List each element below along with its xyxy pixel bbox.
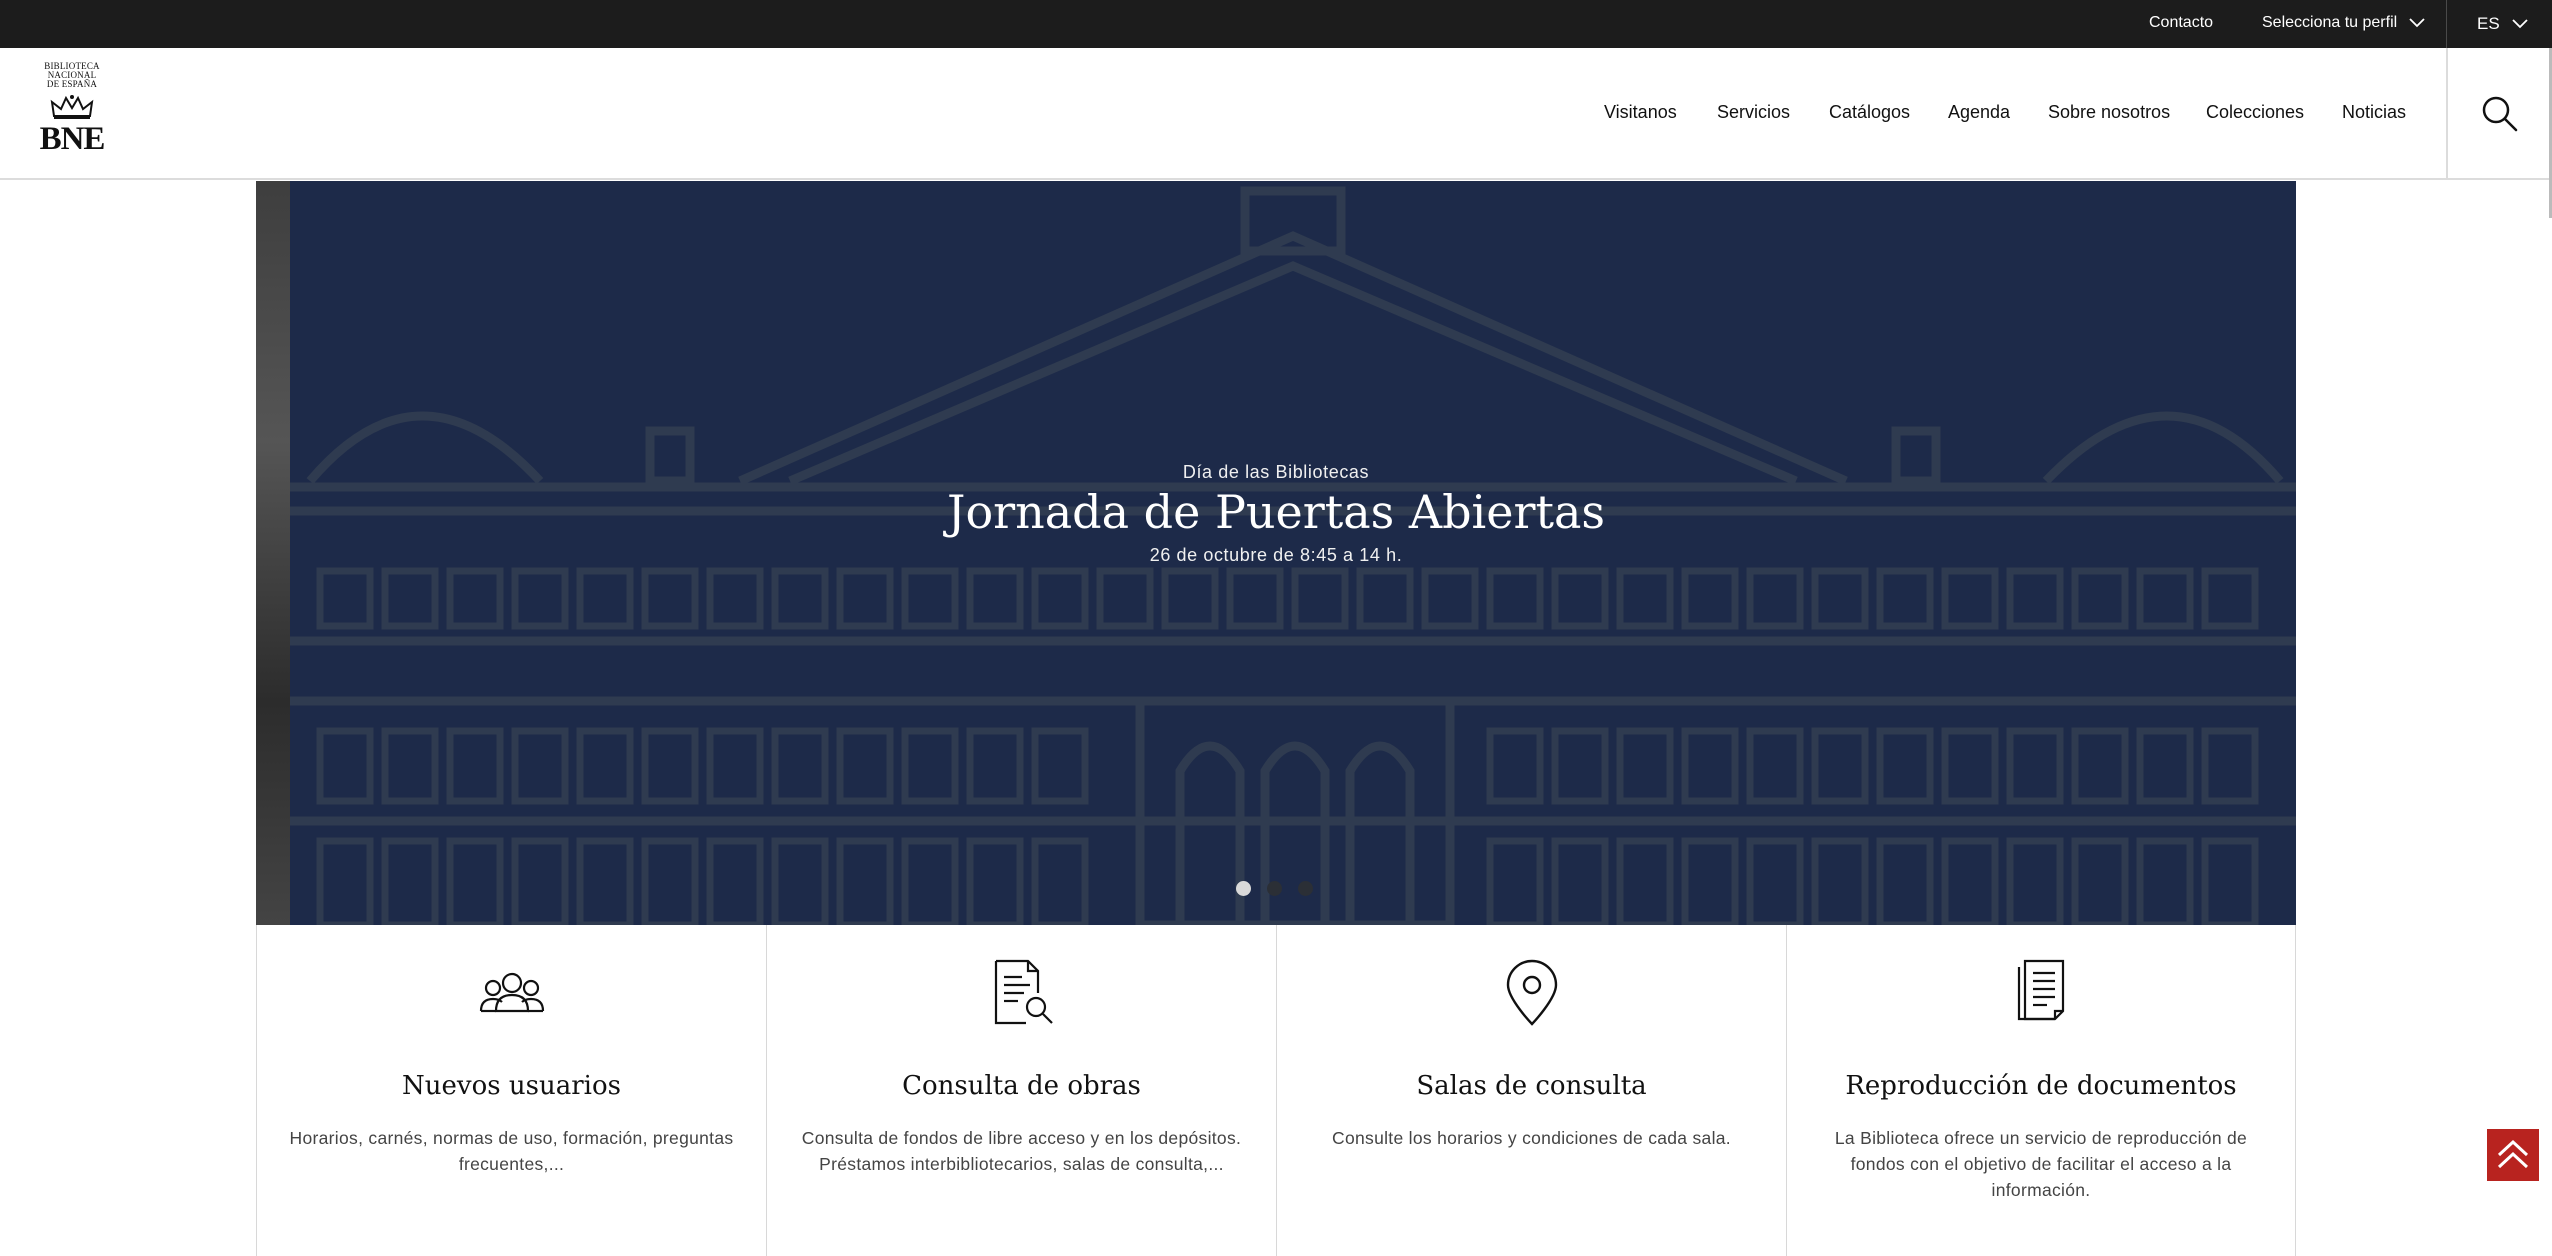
nav-item-noticias[interactable]: Noticias — [2342, 102, 2406, 123]
contact-link[interactable]: Contacto — [2149, 14, 2213, 32]
users-icon — [479, 972, 544, 1013]
nav-item-agenda[interactable]: Agenda — [1948, 102, 2010, 123]
document-search-icon — [994, 959, 1053, 1025]
language-label: ES — [2477, 14, 2500, 33]
hero-title[interactable]: Jornada de Puertas Abiertas — [256, 485, 2296, 539]
nav-item-sobre-nosotros[interactable]: Sobre nosotros — [2048, 102, 2170, 123]
search-icon[interactable] — [2480, 94, 2520, 134]
chevron-down-icon — [2409, 18, 2425, 28]
nav-item-servicios[interactable]: Servicios — [1717, 102, 1790, 123]
carousel-dot-2[interactable] — [1267, 881, 1282, 896]
carousel-dot-3[interactable] — [1298, 881, 1313, 896]
card-salas-de-consulta[interactable]: Salas de consulta Consulte los horarios … — [1276, 925, 1786, 1256]
card-text: Horarios, carnés, normas de uso, formaci… — [289, 1128, 734, 1174]
card-text: La Biblioteca ofrece un servicio de repr… — [1834, 1128, 2248, 1200]
main-header: BIBLIOTECA NACIONAL DE ESPAÑA BNE Visita… — [0, 48, 2552, 180]
carousel-indicators — [1236, 881, 1316, 897]
card-consulta-de-obras[interactable]: Consulta de obras Consulta de fondos de … — [766, 925, 1276, 1256]
nav-item-visitanos[interactable]: Visitanos — [1604, 102, 1677, 123]
language-selector[interactable]: ES — [2477, 14, 2528, 34]
card-nuevos-usuarios[interactable]: Nuevos usuarios Horarios, carnés, normas… — [256, 925, 766, 1256]
topbar-divider — [2446, 0, 2447, 48]
header-divider — [2446, 48, 2448, 178]
logo-short: BNE — [39, 121, 106, 157]
location-pin-icon — [1506, 959, 1557, 1026]
carousel-dot-1[interactable] — [1236, 881, 1251, 896]
double-chevron-up-icon — [2497, 1139, 2529, 1169]
back-to-top-button[interactable] — [2487, 1129, 2539, 1181]
hero-eyebrow: Día de las Bibliotecas — [1182, 462, 1370, 482]
card-title: Salas de consulta — [1416, 1071, 1647, 1101]
profile-selector-label: Selecciona tu perfil — [2262, 14, 2398, 31]
service-cards: Nuevos usuarios Horarios, carnés, normas… — [256, 925, 2296, 1256]
hero-carousel[interactable]: Día de las Bibliotecas Jornada de Puerta… — [256, 181, 2296, 925]
card-text: Consulta de fondos de libre acceso y en … — [801, 1128, 1242, 1174]
card-title: Nuevos usuarios — [402, 1071, 621, 1101]
card-reproduccion-de-documentos[interactable]: Reproducción de documentos La Biblioteca… — [1786, 925, 2296, 1256]
card-text: Consulte los horarios y condiciones de c… — [1332, 1128, 1731, 1148]
profile-selector[interactable]: Selecciona tu perfil — [2262, 14, 2425, 32]
logo-line-3: DE ESPAÑA — [46, 79, 98, 89]
card-title: Reproducción de documentos — [1845, 1071, 2237, 1101]
card-title: Consulta de obras — [902, 1071, 1141, 1101]
nav-item-colecciones[interactable]: Colecciones — [2206, 102, 2304, 123]
chevron-down-icon — [2512, 19, 2528, 29]
copy-documents-icon — [2017, 959, 2065, 1021]
main-nav: Visitanos Servicios Catálogos Agenda Sob… — [0, 102, 2552, 126]
hero-subtitle: 26 de octubre de 8:45 a 14 h. — [1149, 545, 1403, 565]
top-utility-bar: Contacto Selecciona tu perfil ES — [0, 0, 2552, 48]
nav-item-catalogos[interactable]: Catálogos — [1829, 102, 1910, 123]
